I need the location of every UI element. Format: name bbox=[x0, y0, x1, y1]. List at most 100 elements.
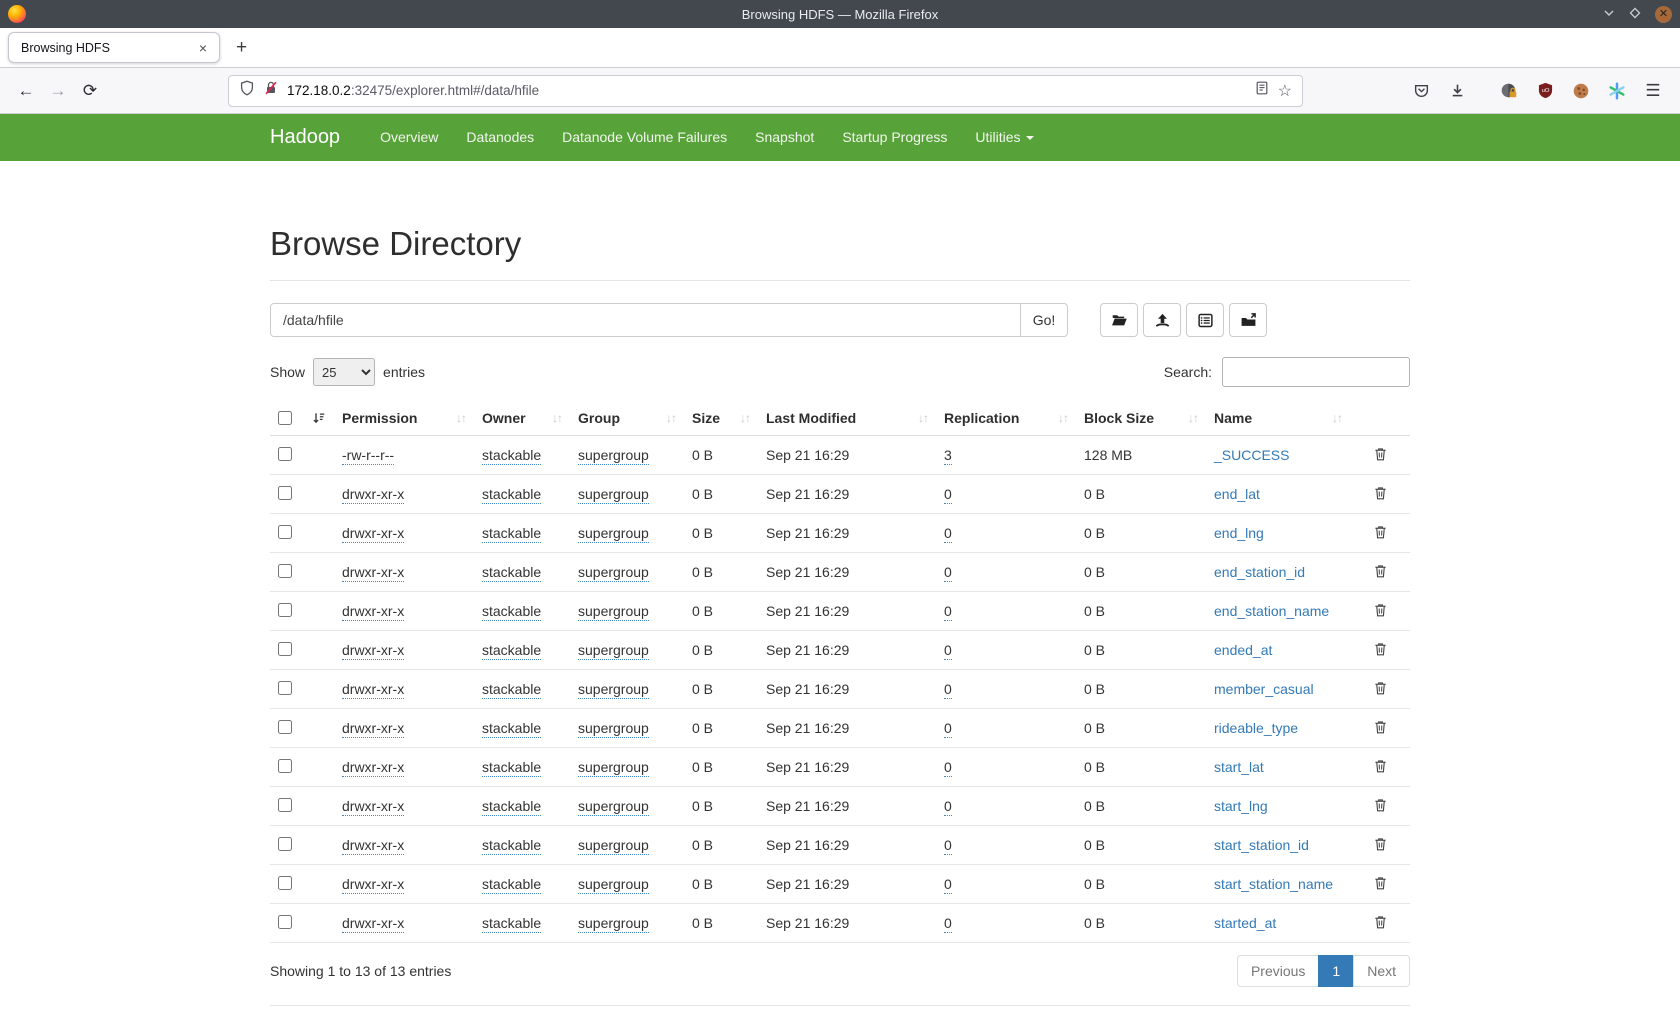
replication-value[interactable]: 0 bbox=[944, 759, 952, 777]
group-value[interactable]: supergroup bbox=[578, 642, 649, 660]
replication-value[interactable]: 0 bbox=[944, 486, 952, 504]
owner-value[interactable]: stackable bbox=[482, 720, 541, 738]
permission-value[interactable]: drwxr-xr-x bbox=[342, 564, 404, 582]
group-value[interactable]: supergroup bbox=[578, 759, 649, 777]
owner-value[interactable]: stackable bbox=[482, 564, 541, 582]
header-owner[interactable]: Owner↓↑ bbox=[474, 401, 570, 436]
replication-value[interactable]: 0 bbox=[944, 525, 952, 543]
privacy-extension-icon[interactable] bbox=[1494, 76, 1524, 106]
header-permission[interactable]: Permission↓↑ bbox=[334, 401, 474, 436]
owner-value[interactable]: stackable bbox=[482, 915, 541, 933]
maximize-icon[interactable] bbox=[1629, 7, 1641, 21]
ublock-origin-icon[interactable]: uO bbox=[1530, 76, 1560, 106]
header-group[interactable]: Group↓↑ bbox=[570, 401, 684, 436]
close-icon[interactable]: ✕ bbox=[1655, 6, 1672, 23]
reload-button[interactable]: ⟳ bbox=[74, 75, 106, 107]
page-size-select[interactable]: 25 bbox=[313, 358, 375, 386]
create-directory-button[interactable] bbox=[1100, 303, 1138, 337]
row-checkbox[interactable] bbox=[278, 876, 292, 890]
delete-button[interactable] bbox=[1373, 758, 1388, 774]
browser-tab[interactable]: Browsing HDFS × bbox=[8, 32, 220, 63]
header-name[interactable]: Name↓↑ bbox=[1206, 401, 1350, 436]
cookie-extension-icon[interactable] bbox=[1566, 76, 1596, 106]
previous-page-button[interactable]: Previous bbox=[1237, 955, 1319, 987]
back-button[interactable]: ← bbox=[10, 75, 42, 107]
delete-button[interactable] bbox=[1373, 524, 1388, 540]
group-value[interactable]: supergroup bbox=[578, 525, 649, 543]
group-value[interactable]: supergroup bbox=[578, 720, 649, 738]
new-tab-button[interactable]: + bbox=[236, 37, 247, 59]
file-name-link[interactable]: end_lat bbox=[1214, 486, 1260, 502]
minimize-icon[interactable] bbox=[1603, 7, 1615, 21]
row-checkbox[interactable] bbox=[278, 642, 292, 656]
header-last-modified[interactable]: Last Modified↓↑ bbox=[758, 401, 936, 436]
nav-item-startup-progress[interactable]: Startup Progress bbox=[828, 114, 961, 161]
row-checkbox[interactable] bbox=[278, 603, 292, 617]
directory-path-input[interactable] bbox=[270, 303, 1021, 337]
row-checkbox[interactable] bbox=[278, 837, 292, 851]
delete-button[interactable] bbox=[1373, 485, 1388, 501]
permission-value[interactable]: drwxr-xr-x bbox=[342, 876, 404, 894]
row-checkbox[interactable] bbox=[278, 759, 292, 773]
menu-icon[interactable]: ☰ bbox=[1638, 76, 1668, 106]
nav-item-datanode-volume-failures[interactable]: Datanode Volume Failures bbox=[548, 114, 741, 161]
nav-item-overview[interactable]: Overview bbox=[366, 114, 452, 161]
header-block-size[interactable]: Block Size↓↑ bbox=[1076, 401, 1206, 436]
delete-button[interactable] bbox=[1373, 563, 1388, 579]
permission-value[interactable]: drwxr-xr-x bbox=[342, 486, 404, 504]
delete-button[interactable] bbox=[1373, 797, 1388, 813]
file-name-link[interactable]: start_station_id bbox=[1214, 837, 1309, 853]
search-input[interactable] bbox=[1222, 357, 1410, 387]
go-button[interactable]: Go! bbox=[1021, 303, 1068, 337]
permission-value[interactable]: -rw-r--r-- bbox=[342, 447, 394, 465]
hadoop-brand[interactable]: Hadoop bbox=[270, 126, 340, 149]
replication-value[interactable]: 0 bbox=[944, 915, 952, 933]
delete-button[interactable] bbox=[1373, 680, 1388, 696]
owner-value[interactable]: stackable bbox=[482, 837, 541, 855]
select-all-checkbox[interactable] bbox=[278, 411, 292, 425]
file-name-link[interactable]: _SUCCESS bbox=[1214, 447, 1289, 463]
group-value[interactable]: supergroup bbox=[578, 681, 649, 699]
file-name-link[interactable]: end_station_name bbox=[1214, 603, 1329, 619]
owner-value[interactable]: stackable bbox=[482, 525, 541, 543]
nav-item-snapshot[interactable]: Snapshot bbox=[741, 114, 828, 161]
owner-value[interactable]: stackable bbox=[482, 681, 541, 699]
forward-button[interactable]: → bbox=[42, 75, 74, 107]
upload-files-button[interactable] bbox=[1143, 303, 1181, 337]
group-value[interactable]: supergroup bbox=[578, 564, 649, 582]
file-name-link[interactable]: member_casual bbox=[1214, 681, 1314, 697]
row-checkbox[interactable] bbox=[278, 486, 292, 500]
permission-value[interactable]: drwxr-xr-x bbox=[342, 681, 404, 699]
file-name-link[interactable]: end_station_id bbox=[1214, 564, 1305, 580]
delete-button[interactable] bbox=[1373, 446, 1388, 462]
permission-value[interactable]: drwxr-xr-x bbox=[342, 642, 404, 660]
file-name-link[interactable]: end_lng bbox=[1214, 525, 1264, 541]
delete-button[interactable] bbox=[1373, 836, 1388, 852]
header-select-all[interactable] bbox=[270, 401, 334, 436]
tab-close-icon[interactable]: × bbox=[199, 40, 207, 56]
owner-value[interactable]: stackable bbox=[482, 642, 541, 660]
permission-value[interactable]: drwxr-xr-x bbox=[342, 798, 404, 816]
delete-button[interactable] bbox=[1373, 914, 1388, 930]
row-checkbox[interactable] bbox=[278, 681, 292, 695]
owner-value[interactable]: stackable bbox=[482, 798, 541, 816]
delete-button[interactable] bbox=[1373, 641, 1388, 657]
move-to-button[interactable] bbox=[1229, 303, 1267, 337]
file-name-link[interactable]: ended_at bbox=[1214, 642, 1272, 658]
header-size[interactable]: Size↓↑ bbox=[684, 401, 758, 436]
replication-value[interactable]: 0 bbox=[944, 720, 952, 738]
sparkle-extension-icon[interactable] bbox=[1602, 76, 1632, 106]
group-value[interactable]: supergroup bbox=[578, 876, 649, 894]
delete-button[interactable] bbox=[1373, 602, 1388, 618]
file-name-link[interactable]: start_lat bbox=[1214, 759, 1264, 775]
row-checkbox[interactable] bbox=[278, 447, 292, 461]
group-value[interactable]: supergroup bbox=[578, 603, 649, 621]
url-bar[interactable]: 172.18.0.2:32475/explorer.html#/data/hfi… bbox=[228, 75, 1303, 107]
permission-value[interactable]: drwxr-xr-x bbox=[342, 525, 404, 543]
header-replication[interactable]: Replication↓↑ bbox=[936, 401, 1076, 436]
group-value[interactable]: supergroup bbox=[578, 798, 649, 816]
next-page-button[interactable]: Next bbox=[1353, 955, 1410, 987]
permission-value[interactable]: drwxr-xr-x bbox=[342, 759, 404, 777]
current-page-button[interactable]: 1 bbox=[1318, 955, 1354, 987]
group-value[interactable]: supergroup bbox=[578, 915, 649, 933]
